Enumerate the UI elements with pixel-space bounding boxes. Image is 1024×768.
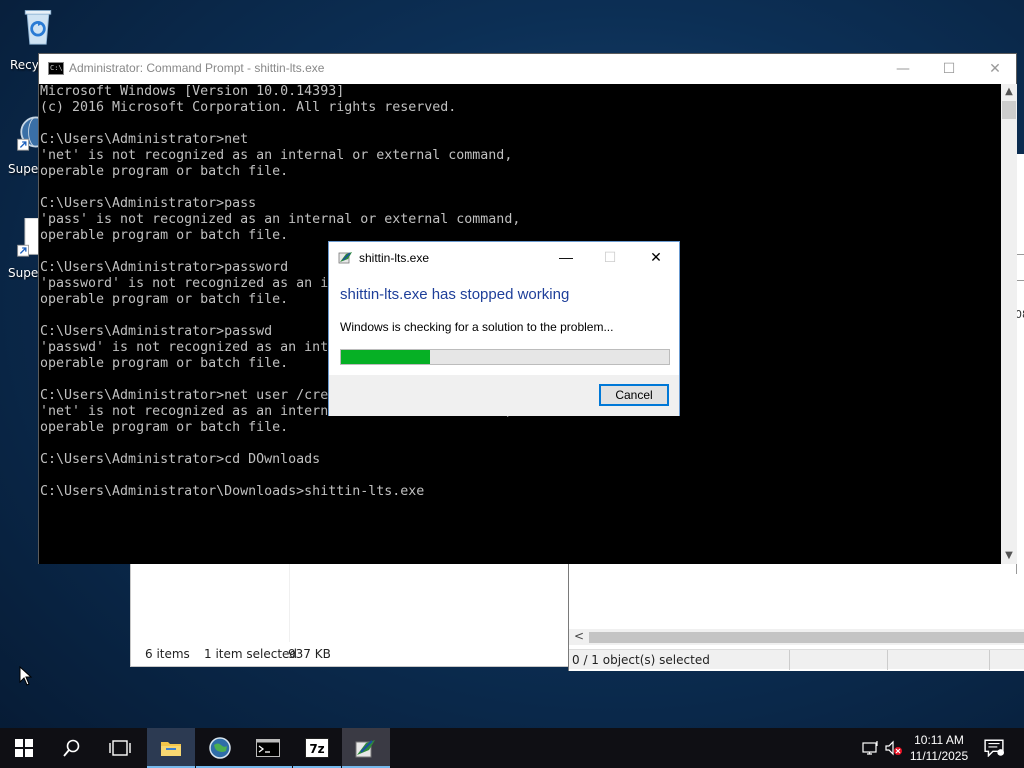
- dialog-close-button[interactable]: ✕: [633, 242, 679, 272]
- column-divider: [289, 564, 290, 642]
- scroll-up-icon[interactable]: ▲: [1001, 84, 1017, 100]
- cmd-minimize-button[interactable]: —: [880, 54, 926, 84]
- console-line: 'net' is not recognized as an internal o…: [40, 148, 513, 163]
- task-view-button[interactable]: [96, 728, 144, 768]
- cmd-app-icon: C:\: [48, 62, 64, 75]
- scroll-thumb[interactable]: [1002, 101, 1016, 119]
- taskbar-command-prompt[interactable]: [244, 728, 292, 768]
- console-line: operable program or batch file.: [40, 420, 289, 435]
- file-explorer-window[interactable]: 6 items 1 item selected 937 KB: [130, 563, 570, 667]
- recycle-bin-icon: [24, 10, 52, 45]
- scroll-left-icon[interactable]: <: [574, 629, 584, 643]
- cmd-maximize-button[interactable]: ☐: [926, 54, 972, 84]
- cmd-titlebar[interactable]: C:\ Administrator: Command Prompt - shit…: [39, 54, 1016, 84]
- dialog-heading: shittin-lts.exe has stopped working: [340, 286, 570, 303]
- desktop-icon-recycle-bin[interactable]: Recycle Bin: [2, 6, 62, 72]
- clock-date: 11/11/2025: [909, 749, 969, 763]
- network-icon[interactable]: [862, 740, 880, 756]
- progress-fill: [341, 350, 430, 364]
- cmd-close-button[interactable]: ✕: [972, 54, 1018, 84]
- clock-time: 10:11 AM: [914, 733, 964, 747]
- search-icon: [63, 739, 80, 757]
- row-divider: [1017, 254, 1024, 255]
- 7zip-status-bar: 0 / 1 object(s) selected: [569, 649, 1024, 670]
- selection-size: 937 KB: [288, 647, 331, 661]
- app-error-icon: [338, 252, 352, 264]
- status-separator: [989, 650, 990, 670]
- mouse-cursor-icon: [19, 666, 33, 686]
- console-line: Microsoft Windows [Version 10.0.14393]: [40, 84, 345, 99]
- selection-count: 1 item selected: [204, 647, 298, 661]
- svg-text:7z: 7z: [309, 742, 324, 756]
- console-line: C:\Users\Administrator>cd DOwnloads: [40, 452, 321, 467]
- app-crash-dialog[interactable]: shittin-lts.exe — ☐ ✕ shittin-lts.exe ha…: [328, 241, 680, 416]
- dialog-title: shittin-lts.exe: [359, 251, 430, 265]
- status-separator: [789, 650, 790, 670]
- windows-logo-icon: [15, 739, 33, 757]
- taskbar-7zip[interactable]: 7z: [293, 728, 341, 768]
- item-count: 6 items: [145, 647, 190, 661]
- taskbar-app-error[interactable]: [342, 728, 390, 768]
- taskbar: 7z 10:11 AM 11/11/2025: [0, 728, 1024, 768]
- task-view-icon: [109, 740, 131, 756]
- cancel-button[interactable]: Cancel: [599, 384, 669, 406]
- search-button[interactable]: [48, 728, 96, 768]
- scroll-down-icon[interactable]: ▼: [1001, 548, 1017, 564]
- app-error-icon: [355, 740, 375, 758]
- folder-icon: [161, 742, 181, 756]
- console-line: operable program or batch file.: [40, 164, 289, 179]
- dialog-footer: Cancel: [329, 375, 679, 416]
- console-line: C:\Users\Administrator\Downloads>shittin…: [40, 484, 425, 499]
- status-separator: [887, 650, 888, 670]
- console-line: C:\Users\Administrator>net: [40, 132, 249, 147]
- progress-bar: [340, 349, 670, 365]
- start-button[interactable]: [0, 728, 48, 768]
- dialog-maximize-button: ☐: [603, 249, 617, 265]
- console-line: (c) 2016 Microsoft Corporation. All righ…: [40, 100, 457, 115]
- 7zip-icon: 7z: [305, 738, 329, 758]
- taskbar-file-explorer[interactable]: [147, 728, 195, 768]
- console-line: C:\Users\Administrator>pass: [40, 196, 257, 211]
- taskbar-browser[interactable]: [196, 728, 244, 768]
- dialog-titlebar[interactable]: shittin-lts.exe — ☐ ✕: [329, 242, 679, 273]
- globe-icon: [209, 737, 231, 759]
- system-clock[interactable]: 10:11 AM 11/11/2025: [902, 732, 976, 764]
- scroll-thumb[interactable]: [589, 632, 1024, 643]
- action-center-icon[interactable]: [984, 739, 1004, 757]
- partial-window-right[interactable]: 08: [1015, 154, 1024, 574]
- cmd-window-title: Administrator: Command Prompt - shittin-…: [69, 61, 325, 75]
- console-line: 'pass' is not recognized as an internal …: [40, 212, 521, 227]
- volume-muted-icon[interactable]: [885, 740, 903, 756]
- horizontal-scrollbar[interactable]: <: [569, 629, 1024, 645]
- console-vertical-scrollbar[interactable]: ▲ ▼: [1001, 84, 1017, 564]
- 7zip-window[interactable]: < 0 / 1 object(s) selected: [568, 563, 1024, 671]
- dialog-message: Windows is checking for a solution to th…: [340, 320, 614, 334]
- dialog-minimize-button[interactable]: —: [543, 242, 589, 272]
- row-divider: [1017, 280, 1024, 281]
- explorer-status-bar: 6 items 1 item selected 937 KB: [131, 642, 569, 666]
- selection-status: 0 / 1 object(s) selected: [572, 653, 710, 667]
- command-prompt-icon: [256, 739, 280, 757]
